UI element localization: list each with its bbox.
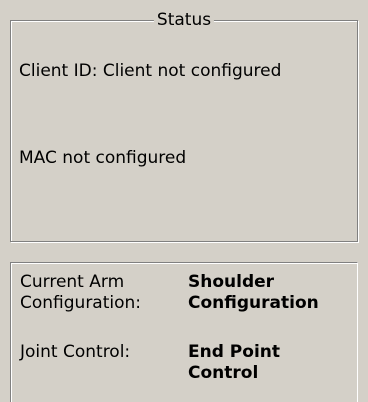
arm-configuration-value: Shoulder Configuration [188, 272, 319, 314]
arm-info-panel: Current Arm Configuration: Shoulder Conf… [10, 262, 358, 402]
joint-control-value: End Point Control [188, 342, 280, 384]
arm-configuration-value-line1: Shoulder [188, 272, 275, 292]
status-panel-root: Status Client ID: Client not configured … [0, 0, 368, 402]
arm-configuration-value-line2: Configuration [188, 293, 319, 313]
arm-configuration-label-line1: Current Arm [20, 272, 125, 292]
mac-status-text: MAC not configured [19, 148, 187, 168]
joint-control-row: Joint Control: End Point Control [20, 342, 280, 384]
client-id-text: Client ID: Client not configured [19, 61, 282, 81]
status-groupbox: Status Client ID: Client not configured … [10, 9, 358, 242]
arm-configuration-label-line2: Configuration: [20, 293, 142, 313]
status-groupbox-title: Status [153, 9, 215, 31]
joint-control-label: Joint Control: [20, 342, 131, 362]
joint-control-value-line1: End Point [188, 342, 280, 362]
joint-control-value-line2: Control [188, 363, 259, 383]
arm-configuration-label: Current Arm Configuration: [20, 272, 188, 314]
arm-configuration-row: Current Arm Configuration: Shoulder Conf… [20, 272, 319, 314]
